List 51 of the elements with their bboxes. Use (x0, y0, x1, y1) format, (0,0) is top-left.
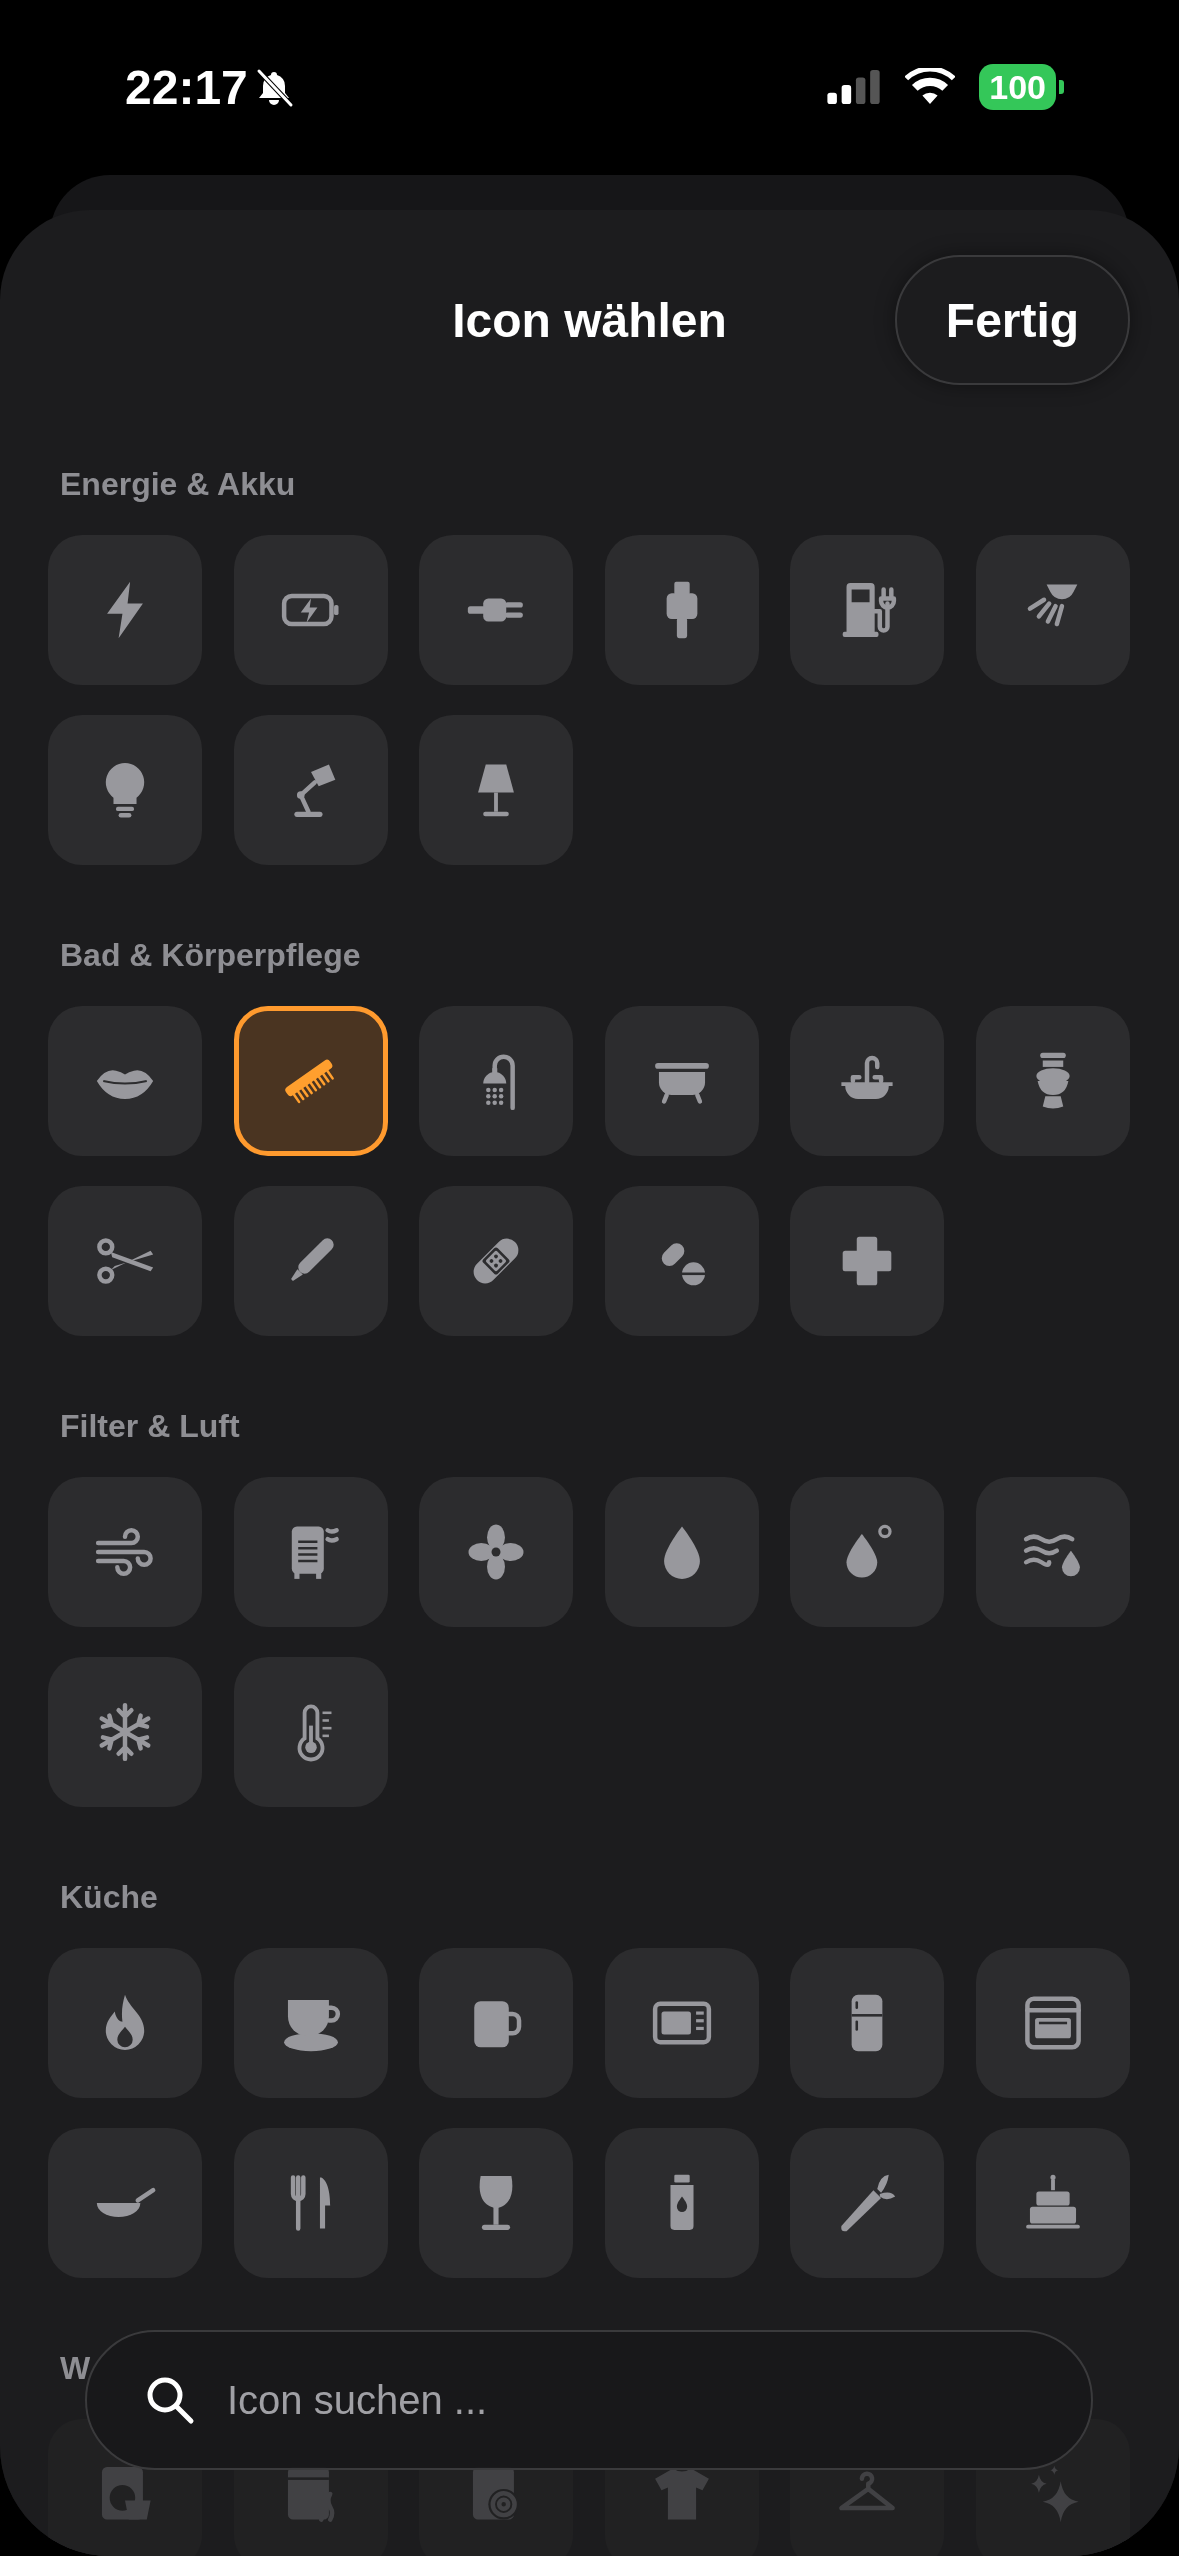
battery-icon: 100 (979, 64, 1056, 110)
icon-tile[interactable] (48, 1477, 202, 1627)
section-title: Filter & Luft (60, 1407, 241, 1446)
section-title: Energie & Akku (60, 465, 297, 504)
icon-tile[interactable] (233, 1186, 388, 1336)
icon-tile[interactable] (48, 1657, 202, 1807)
icon-tile[interactable] (233, 1477, 388, 1627)
icon-tile[interactable] (975, 1948, 1130, 2098)
clock-time: 22:17 (125, 60, 248, 116)
icon-tile[interactable] (419, 1477, 574, 1627)
icon-tile[interactable] (975, 1477, 1130, 1627)
icon-tile[interactable] (975, 535, 1130, 685)
icon-tile[interactable] (790, 1948, 945, 2098)
icon-tile[interactable] (233, 1948, 388, 2098)
icon-tile[interactable] (604, 535, 759, 685)
icon-tile[interactable] (233, 1006, 388, 1156)
done-button[interactable]: Fertig (895, 255, 1130, 385)
section-title: Küche (60, 1878, 159, 1917)
icon-tile[interactable] (419, 1948, 574, 2098)
battery-tip-icon (1059, 80, 1064, 94)
icon-tile[interactable] (48, 2128, 202, 2278)
icon-tile[interactable] (48, 1186, 202, 1336)
icon-tile[interactable] (790, 1186, 945, 1336)
icon-tile[interactable] (233, 2128, 388, 2278)
section-title: Bad & Körperpflege (60, 936, 362, 975)
icon-tile[interactable] (419, 1186, 574, 1336)
icon-tile[interactable] (604, 2128, 759, 2278)
icon-tile[interactable] (790, 1477, 945, 1627)
icon-tile[interactable] (604, 1006, 759, 1156)
icon-tile[interactable] (975, 1006, 1130, 1156)
icon-tile[interactable] (790, 1006, 945, 1156)
icon-tile[interactable] (790, 535, 945, 685)
icon-tile[interactable] (48, 1006, 202, 1156)
icon-tile[interactable] (419, 715, 574, 865)
icon-tile[interactable] (48, 535, 202, 685)
icon-tile[interactable] (975, 2128, 1130, 2278)
icon-tile[interactable] (790, 2128, 945, 2278)
icon-tile[interactable] (233, 535, 388, 685)
icon-tile[interactable] (233, 1657, 388, 1807)
icon-tile[interactable] (419, 1006, 574, 1156)
icon-tile[interactable] (48, 715, 202, 865)
icon-tile[interactable] (604, 1186, 759, 1336)
icon-tile[interactable] (48, 1948, 202, 2098)
icon-tile[interactable] (604, 1948, 759, 2098)
icon-tile[interactable] (419, 535, 574, 685)
sheet-title: Icon wählen (452, 292, 727, 348)
icon-tile[interactable] (419, 2128, 574, 2278)
icon-tile[interactable] (233, 715, 388, 865)
icon-tile[interactable] (604, 1477, 759, 1627)
search-icon (145, 2375, 195, 2425)
wifi-icon (905, 68, 956, 106)
